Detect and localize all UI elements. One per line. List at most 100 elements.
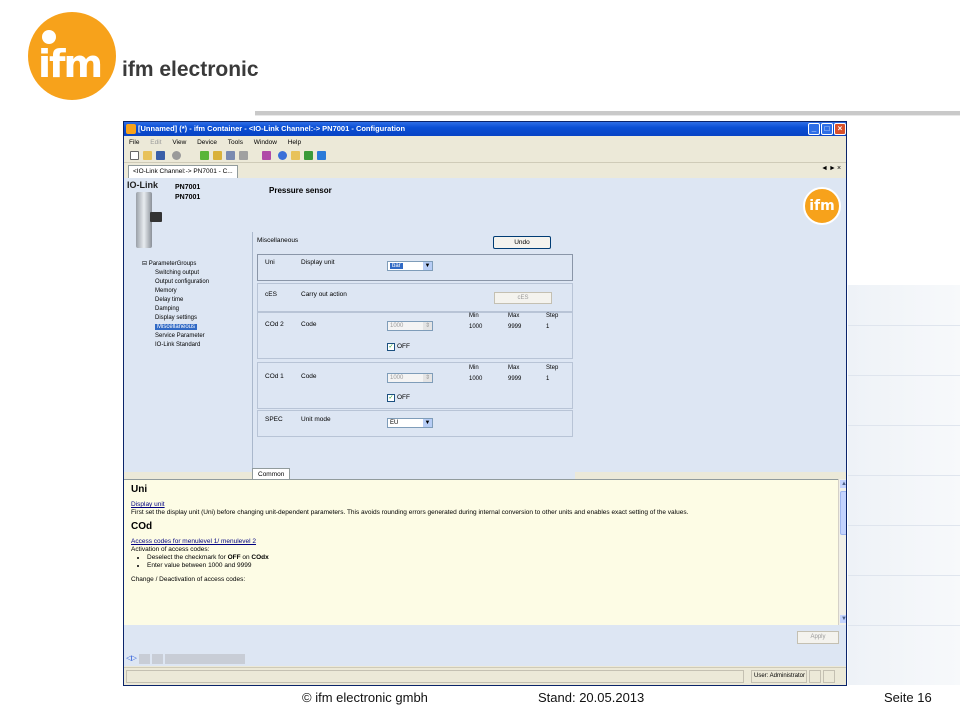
background-decoration [848,285,960,685]
undo-button[interactable]: Undo [493,236,551,249]
help-text-uni: First set the display unit (Uni) before … [131,509,689,516]
unit-mode-select[interactable]: EU ▼ [387,418,433,428]
new-file-icon[interactable] [130,151,139,160]
scroll-up-icon[interactable]: ▲ [840,480,846,488]
open-folder-icon[interactable] [143,151,152,160]
help-link-access-codes[interactable]: Access codes for menulevel 1/ menulevel … [131,538,838,546]
device-name-2: PN7001 [175,194,201,201]
navigate-arrows-icon[interactable]: ◁▷ [126,654,137,664]
footer-copyright: © ifm electronic gmbh [302,690,428,705]
min-header: Min [469,365,479,371]
tab-configuration[interactable]: <IO-Link Channel:-> PN7001 - C... [128,165,238,178]
nav-slot-icon[interactable] [152,654,163,664]
compare-icon[interactable] [239,151,248,160]
device-name-1: PN7001 [175,184,201,191]
stepper-icon: ⇕ [423,322,432,330]
off-label: OFF [397,343,410,350]
tree-item-miscellaneous[interactable]: Miscellaneous [155,324,198,330]
maximize-button[interactable]: □ [821,123,833,135]
tree-item-damping[interactable]: Damping [142,305,209,314]
help-text-change: Change / Deactivation of access codes: [131,576,246,583]
info-icon[interactable] [317,151,326,160]
max-value: 9999 [508,376,522,382]
connect-icon[interactable] [172,151,181,160]
device-title: Pressure sensor [269,186,332,195]
param-name: Code [301,373,317,380]
param-code: SPEC [265,416,283,423]
param-uni: Uni Display unit bar ▼ [257,254,573,281]
help-icon[interactable] [278,151,287,160]
chevron-down-icon: ▼ [423,262,432,270]
help-scrollbar[interactable]: ▲ ▼ [838,479,846,625]
brand-name: ifm electronic [122,58,259,81]
step-value: 1 [546,376,550,382]
tab-scroll-right-icon[interactable]: ► [829,165,836,172]
param-ces: cES Carry out action cES [257,283,573,312]
tree-item-io-link-standard[interactable]: IO-Link Standard [142,341,209,350]
help-bullet: Enter value between 1000 and 9999 [147,562,838,570]
footer-page: Seite 16 [884,690,932,705]
carry-out-action-button[interactable]: cES [494,292,552,304]
off-checkbox[interactable]: ✓ [387,394,395,402]
off-checkbox[interactable]: ✓ [387,343,395,351]
device-catalog-icon[interactable] [262,151,271,160]
tree-item-service-parameter[interactable]: Service Parameter [142,332,209,341]
min-header: Min [469,313,479,319]
code2-input[interactable]: 1000 ⇕ [387,321,433,331]
options-icon[interactable] [291,151,300,160]
nav-slot-icon[interactable] [139,654,150,664]
tree-item-delay-time[interactable]: Delay time [142,296,209,305]
menu-device[interactable]: Device [197,139,217,146]
min-value: 1000 [469,376,483,382]
param-code: COd 1 [265,373,284,380]
close-button[interactable]: × [834,123,846,135]
max-value: 9999 [508,324,522,330]
menu-view[interactable]: View [172,139,186,146]
title-bar[interactable]: [Unnamed] (*) - ifm Container - <IO-Link… [124,122,846,136]
logo-text: ifm [38,42,103,86]
menu-help[interactable]: Help [288,139,301,146]
tree-item-output-configuration[interactable]: Output configuration [142,278,209,287]
param-name: Code [301,321,317,328]
help-link-display-unit[interactable]: Display unit [131,501,838,509]
main-content: IO-Link PN7001 PN7001 Pressure sensor if… [124,178,846,492]
param-code: Uni [265,259,275,266]
ifm-logo: ifm [28,12,116,100]
document-tabstrip: <IO-Link Channel:-> PN7001 - C... ◄ ► × [124,164,846,178]
tree-item-switching-output[interactable]: Switching output [142,269,209,278]
display-unit-select[interactable]: bar ▼ [387,261,433,271]
apply-button[interactable]: Apply [797,631,839,644]
tree-item-memory[interactable]: Memory [142,287,209,296]
chevron-down-icon: ▼ [423,419,432,427]
online-icon[interactable] [200,151,209,160]
tree-item-display-settings[interactable]: Display settings [142,314,209,323]
minimize-button[interactable]: _ [808,123,820,135]
help-heading-uni: Uni [131,484,148,495]
upload-icon[interactable] [213,151,222,160]
status-bar: User: Administrator [124,667,846,685]
step-header: Step [546,313,559,319]
menu-file[interactable]: File [129,139,139,146]
tree-root[interactable]: ⊟ ParameterGroups [142,260,209,269]
save-icon[interactable] [156,151,165,160]
stepper-icon: ⇕ [423,374,432,382]
nav-slot-icon[interactable] [165,654,245,664]
help-bullet: Deselect the checkmark for OFF on COdx [147,554,838,562]
scroll-thumb[interactable] [840,491,846,535]
menu-bar: File Edit View Device Tools Window Help [124,136,846,149]
param-name: Display unit [301,259,335,266]
app-window: [Unnamed] (*) - ifm Container - <IO-Link… [123,121,847,686]
help-bullet-list: Deselect the checkmark for OFF on COdx E… [131,554,838,570]
status-user: User: Administrator [751,670,807,683]
menu-window[interactable]: Window [254,139,277,146]
code1-input[interactable]: 1000 ⇕ [387,373,433,383]
tab-close-icon[interactable]: × [837,165,841,172]
menu-edit[interactable]: Edit [150,139,161,146]
settings-icon[interactable] [304,151,313,160]
menu-tools[interactable]: Tools [228,139,243,146]
download-icon[interactable] [226,151,235,160]
apply-bar: Apply [124,625,846,652]
scroll-down-icon[interactable]: ▼ [840,615,846,623]
max-header: Max [508,313,520,319]
tab-scroll-left-icon[interactable]: ◄ [821,165,828,172]
